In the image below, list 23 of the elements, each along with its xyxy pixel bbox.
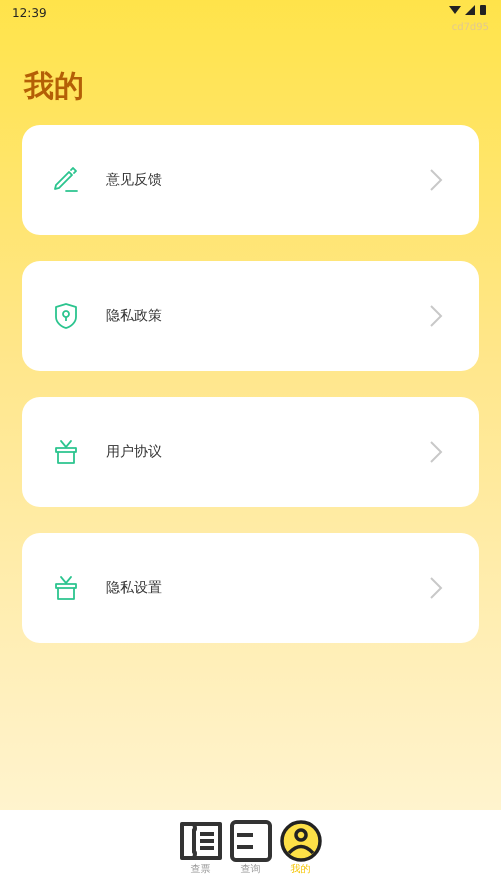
shield-icon: [54, 302, 78, 330]
gift-icon: [54, 439, 78, 465]
menu-item[interactable]: 意见反馈: [22, 125, 479, 235]
document-icon: [228, 819, 272, 863]
menu-label: 意见反馈: [106, 170, 162, 190]
gift-icon: [54, 575, 78, 601]
build-label: cd7d95: [452, 21, 489, 35]
user-icon: [280, 820, 322, 862]
menu-label: 隐私设置: [106, 578, 162, 598]
menu-item[interactable]: 用户协议: [22, 397, 479, 507]
menu-item[interactable]: 隐私设置: [22, 533, 479, 643]
menu-label: 隐私政策: [106, 306, 162, 326]
page-title: 我的: [22, 68, 85, 106]
pencil-icon: [53, 167, 79, 193]
menu-label: 用户协议: [106, 442, 162, 462]
chevron-icon: [429, 168, 443, 192]
ticket-icon: [180, 822, 222, 860]
menu-item[interactable]: 隐私政策: [22, 261, 479, 371]
chevron-icon: [429, 576, 443, 600]
status-time: 12:39: [12, 5, 47, 22]
chevron-icon: [429, 440, 443, 464]
status-icons: [449, 4, 489, 16]
chevron-icon: [429, 304, 443, 328]
